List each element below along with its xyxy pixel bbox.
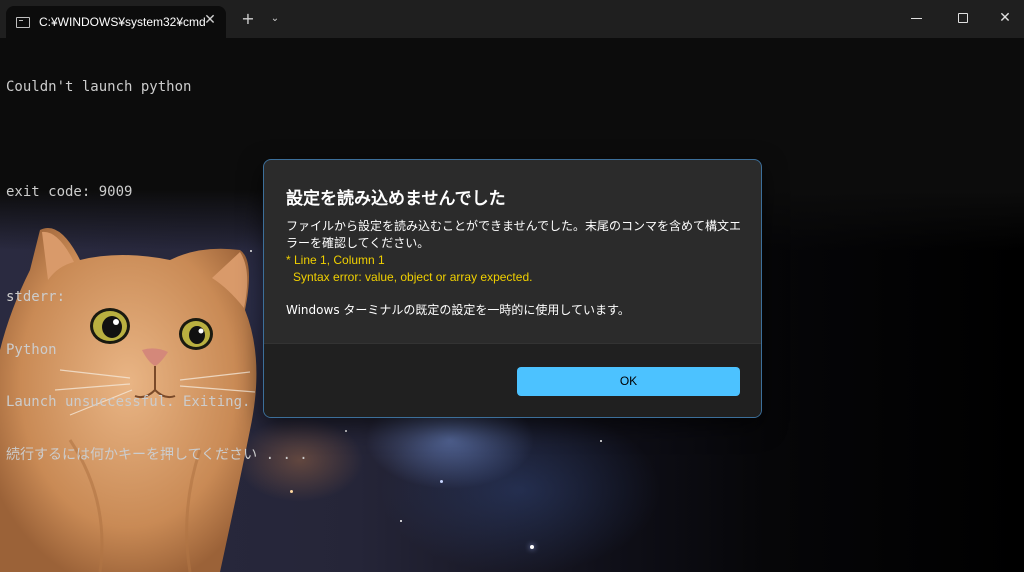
close-icon[interactable]: ✕ bbox=[203, 13, 217, 27]
title-bar[interactable]: C:¥WINDOWS¥system32¥cmd ✕ + ⌄ ✕ bbox=[0, 0, 1024, 38]
error-location: * Line 1, Column 1 bbox=[286, 253, 385, 267]
star bbox=[440, 480, 443, 483]
plus-icon[interactable]: + bbox=[239, 10, 257, 28]
terminal-line: Couldn't launch python bbox=[6, 79, 192, 95]
tab-title: C:¥WINDOWS¥system32¥cmd bbox=[39, 15, 206, 29]
dialog-footer: OK bbox=[264, 343, 761, 417]
settings-error-dialog: 設定を読み込めませんでした ファイルから設定を読み込むことができませんでした。末… bbox=[263, 159, 762, 418]
maximize-icon bbox=[958, 13, 968, 23]
error-detail: Syntax error: value, object or array exp… bbox=[293, 270, 533, 284]
star bbox=[290, 490, 293, 493]
star bbox=[400, 520, 402, 522]
star bbox=[530, 545, 534, 549]
minimize-button[interactable] bbox=[894, 0, 940, 38]
dialog-message: ファイルから設定を読み込むことができませんでした。末尾のコンマを含めて構文エラー… bbox=[286, 219, 742, 250]
star bbox=[345, 430, 347, 432]
minimize-icon bbox=[911, 18, 922, 19]
dialog-note: Windows ターミナルの既定の設定を一時的に使用しています。 bbox=[286, 303, 630, 317]
terminal-line: 続行するには何かキーを押してください . . . bbox=[6, 446, 308, 463]
dialog-body: ファイルから設定を読み込むことができませんでした。末尾のコンマを含めて構文エラー… bbox=[286, 218, 746, 319]
star bbox=[600, 440, 602, 442]
dialog-title: 設定を読み込めませんでした bbox=[286, 189, 506, 209]
terminal-icon bbox=[16, 17, 30, 28]
tab-cmd[interactable]: C:¥WINDOWS¥system32¥cmd ✕ bbox=[6, 6, 226, 38]
window-close-button[interactable]: ✕ bbox=[982, 0, 1024, 38]
ok-button[interactable]: OK bbox=[517, 367, 740, 396]
maximize-button[interactable] bbox=[940, 0, 986, 38]
chevron-down-icon[interactable]: ⌄ bbox=[267, 12, 283, 26]
